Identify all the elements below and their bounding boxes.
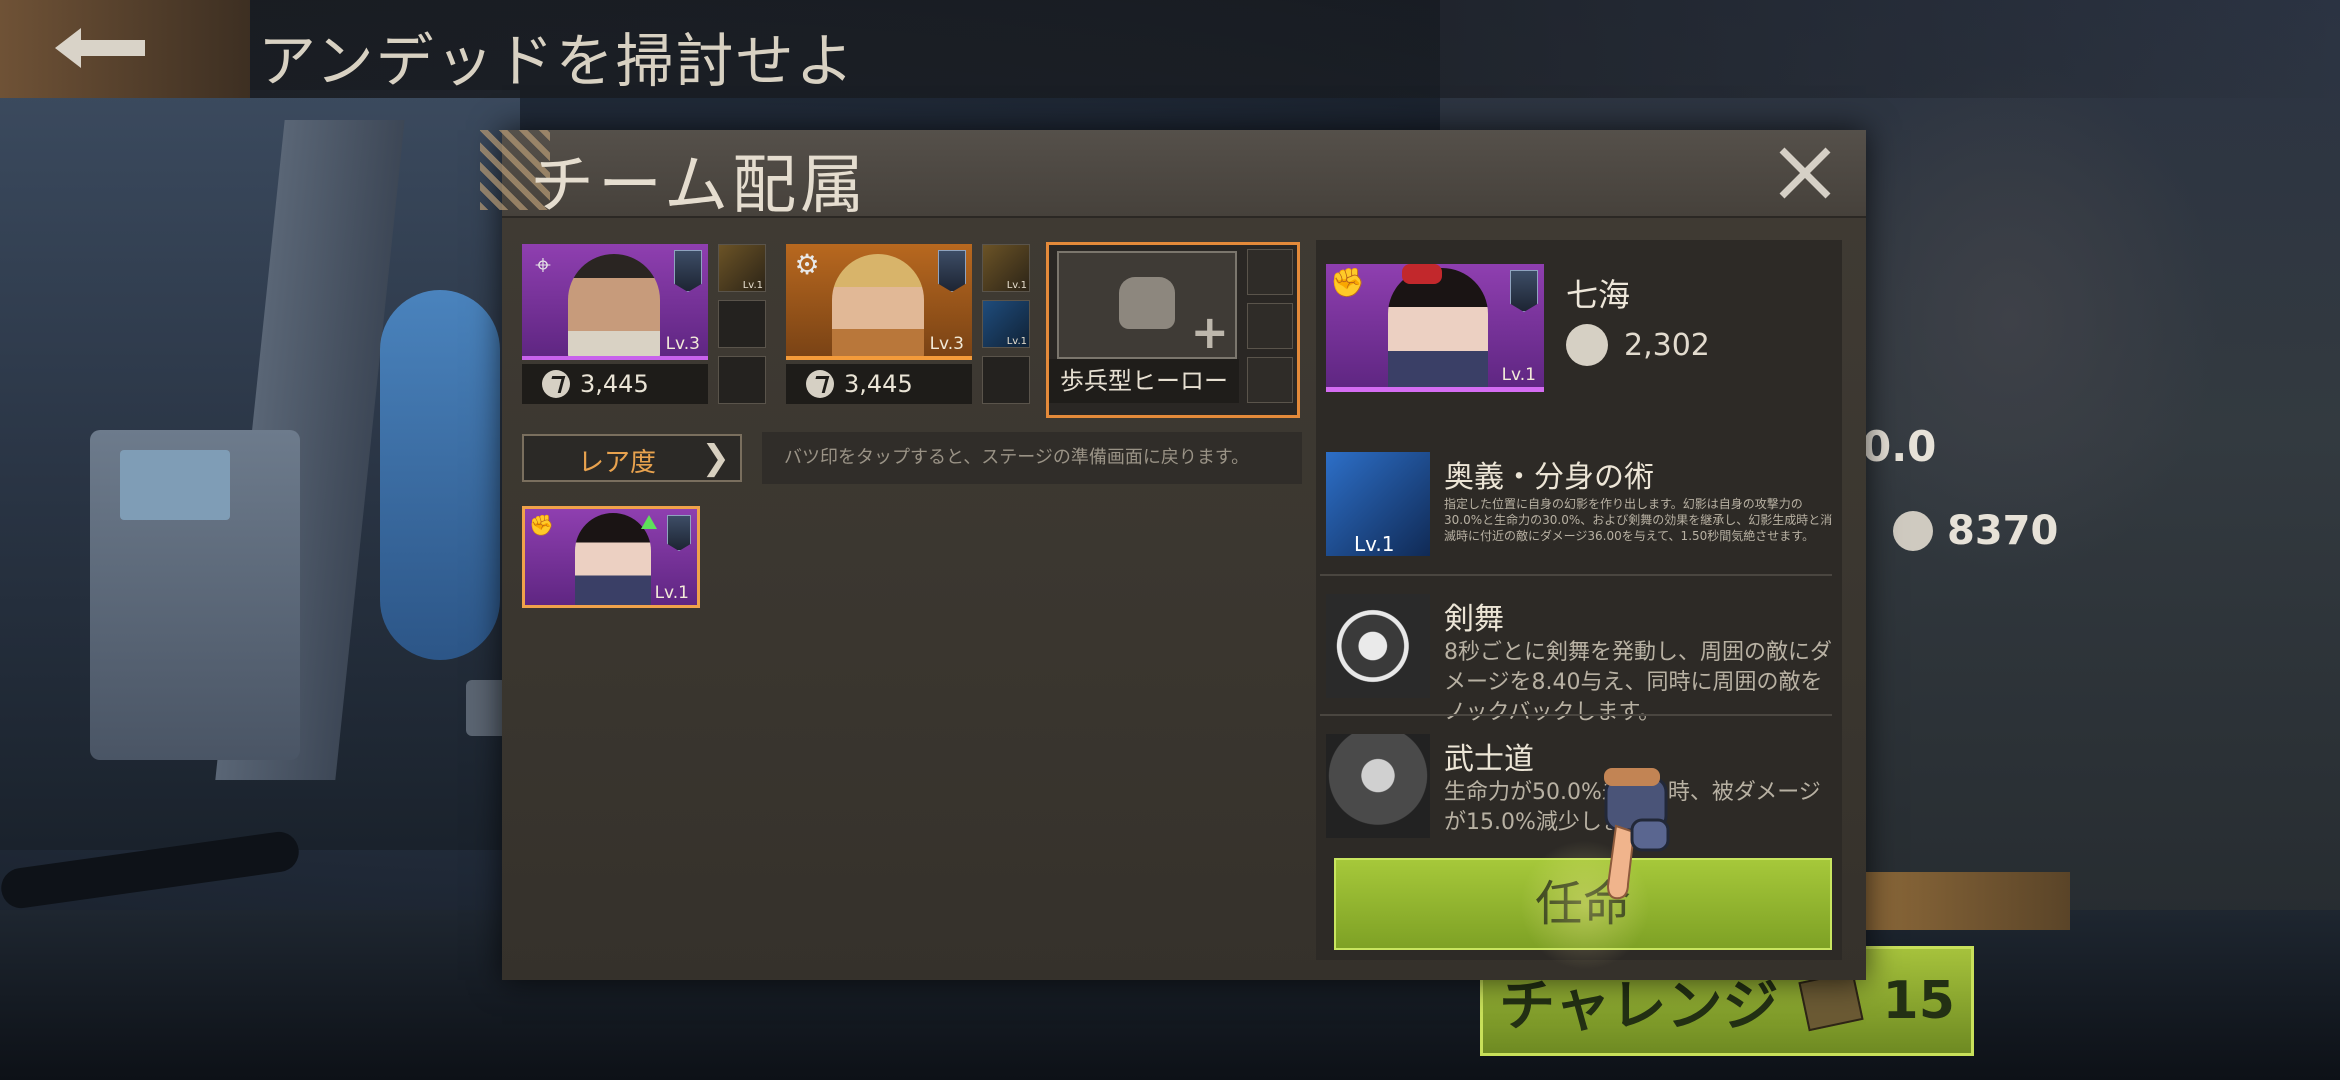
back-arrow-icon	[55, 28, 145, 68]
hero-power-value: 3,445	[580, 370, 649, 398]
chevron-right-icon: ❯	[701, 438, 731, 478]
equipment-weapon-icon[interactable]: Lv.1	[982, 244, 1030, 292]
scene-monitor	[120, 450, 230, 520]
hero-face	[575, 513, 651, 605]
dialog-header: チーム配属	[480, 130, 1866, 223]
rank-badge-icon	[674, 250, 702, 292]
hero-portrait: ⚙ Lv.3	[786, 244, 972, 360]
hero-level: Lv.1	[654, 583, 689, 603]
divider	[1320, 714, 1832, 716]
fist-icon	[1119, 277, 1175, 329]
power-icon	[806, 370, 834, 398]
rank-badge-icon	[667, 515, 691, 551]
equipment-accessory-icon[interactable]	[982, 356, 1030, 404]
hero-level: Lv.3	[665, 334, 700, 354]
team-slot-3-empty[interactable]: + 歩兵型ヒーロー	[1046, 242, 1300, 418]
skill-name: 剣舞	[1444, 602, 1504, 637]
equipment-armor-icon[interactable]: Lv.1	[982, 300, 1030, 348]
equip-level: Lv.1	[1006, 336, 1027, 347]
rank-badge-icon	[938, 250, 966, 292]
hero-detail-portrait: ✊ Lv.1	[1326, 264, 1544, 392]
sword-dance-skill-icon	[1326, 594, 1430, 698]
bushido-skill-icon	[1326, 734, 1430, 838]
hero-power: 3,445	[522, 364, 708, 404]
rank-badge-icon	[1510, 270, 1538, 312]
scene-window	[380, 290, 500, 660]
hero-detail-power-value: 2,302	[1624, 327, 1710, 363]
hero-face	[568, 254, 660, 356]
skill-level: Lv.1	[1354, 532, 1395, 556]
page-title: アンデッドを掃討せよ	[258, 27, 856, 95]
rarity-sort-button[interactable]: レア度 ❯	[522, 434, 742, 482]
skill-name: 武士道	[1444, 742, 1534, 777]
background-bar	[1860, 872, 2070, 930]
hero-level: Lv.1	[1501, 365, 1536, 385]
equipment-armor-icon[interactable]	[718, 300, 766, 348]
fist-icon: ✊	[529, 513, 554, 537]
team-power: 8370	[1893, 508, 2058, 554]
equipment-accessory-icon[interactable]	[718, 356, 766, 404]
skill-sword-dance[interactable]: 剣舞 8秒ごとに剣舞を発動し、周囲の敵にダメージを8.40与え、同時に周囲の敵を…	[1326, 594, 1832, 725]
equipment-slot-empty[interactable]	[1247, 303, 1293, 349]
skill-bushido[interactable]: 武士道 生命力が50.0%未満の時、被ダメージが15.0%減少します。	[1326, 734, 1826, 846]
equipment-slot-empty[interactable]	[1247, 357, 1293, 403]
equip-level: Lv.1	[742, 280, 763, 291]
hero-level: Lv.3	[929, 334, 964, 354]
dialog-title: チーム配属	[530, 149, 869, 223]
fist-icon: ✊	[1330, 266, 1365, 299]
skill-name: 奥義・分身の術	[1444, 460, 1654, 495]
hero-portrait: ⌖ Lv.3	[522, 244, 708, 360]
top-bar: アンデッドを掃討せよ	[0, 0, 2340, 98]
hero-face	[832, 254, 924, 356]
skill-ultimate[interactable]: Lv.1 奥義・分身の術 指定した位置に自身の幻影を作り出します。幻影は自身の攻…	[1326, 452, 1832, 564]
skill-description: 指定した位置に自身の幻影を作り出します。幻影は自身の攻撃力の30.0%と生命力の…	[1444, 497, 1833, 543]
tutorial-hand-icon	[1604, 768, 1670, 900]
power-icon	[1893, 511, 1933, 551]
gear-icon: ⚙	[794, 248, 820, 281]
hero-power-value: 3,445	[844, 370, 913, 398]
background-stat: 0.0	[1862, 422, 1937, 471]
power-icon	[542, 370, 570, 398]
equip-level: Lv.1	[1006, 280, 1027, 291]
team-power-value: 8370	[1947, 508, 2059, 554]
close-icon[interactable]	[1772, 140, 1838, 206]
back-button[interactable]	[0, 0, 250, 98]
hair-bow	[1402, 264, 1442, 284]
challenge-cost: 15	[1882, 971, 1955, 1031]
hint-text: バツ印をタップすると、ステージの準備画面に戻ります。	[762, 432, 1302, 484]
upgrade-arrow-icon	[641, 515, 657, 529]
equipment-weapon-icon[interactable]: Lv.1	[718, 244, 766, 292]
equipment-slot-empty[interactable]	[1247, 249, 1293, 295]
rarity-sort-label: レア度	[578, 448, 657, 478]
power-icon	[1566, 324, 1608, 366]
hero-name: 七海	[1566, 276, 1631, 314]
hero-detail-power: 2,302	[1566, 324, 1710, 366]
hero-face	[1388, 268, 1488, 387]
hero-power: 3,445	[786, 364, 972, 404]
plus-icon: +	[1190, 305, 1229, 359]
roster-hero-card[interactable]: ✊ Lv.1	[522, 506, 700, 608]
clone-skill-icon: Lv.1	[1326, 452, 1430, 556]
crosshair-icon: ⌖	[535, 248, 551, 281]
empty-portrait: +	[1057, 251, 1237, 359]
slot-type-label: 歩兵型ヒーロー	[1049, 359, 1239, 403]
divider	[1320, 574, 1832, 576]
